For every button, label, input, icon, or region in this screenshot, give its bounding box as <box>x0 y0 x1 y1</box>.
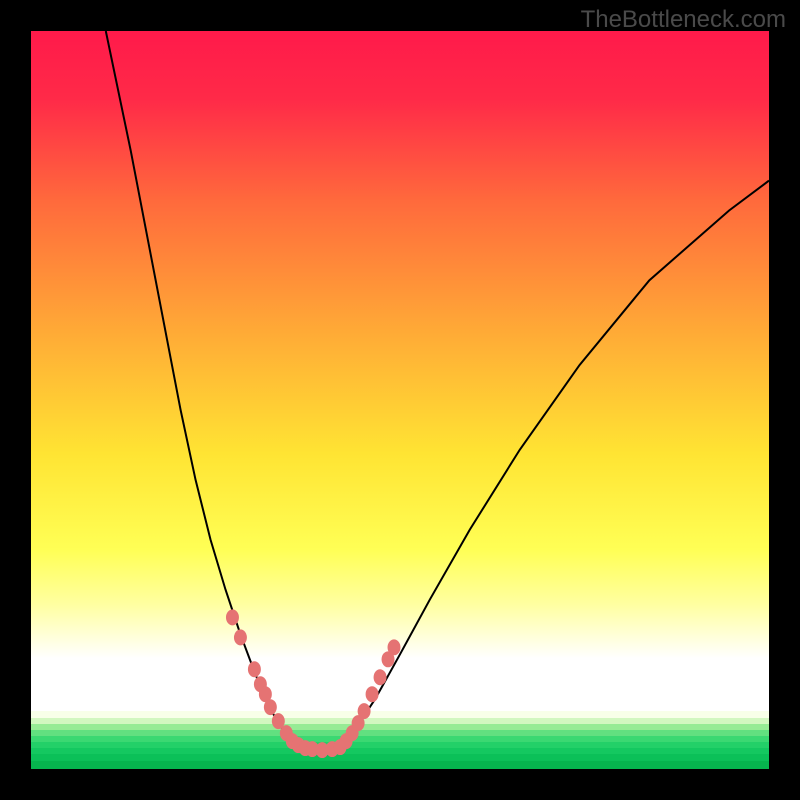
data-point <box>226 609 239 625</box>
data-point <box>374 669 387 685</box>
data-point <box>234 629 247 645</box>
chart-frame <box>30 30 770 770</box>
data-point <box>388 639 401 655</box>
data-point <box>358 703 371 719</box>
watermark-text: TheBottleneck.com <box>581 6 786 34</box>
chart-curves <box>31 31 769 769</box>
data-point <box>366 686 379 702</box>
data-point <box>264 699 277 715</box>
bottleneck-curve <box>106 31 769 750</box>
data-point <box>248 661 261 677</box>
